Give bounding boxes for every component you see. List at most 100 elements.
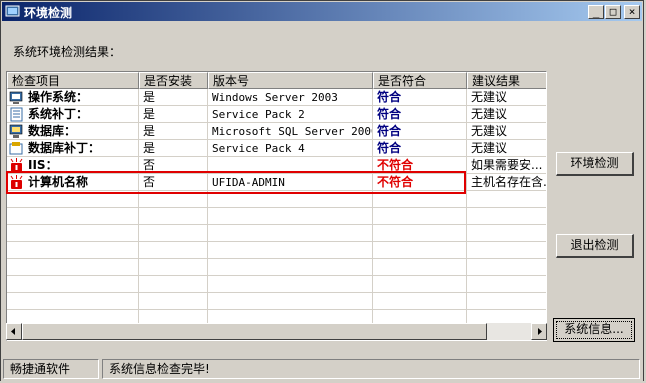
column-header-status[interactable]: 是否符合 — [373, 72, 467, 89]
empty-cell — [467, 276, 546, 293]
empty-cell — [373, 191, 467, 208]
empty-cell — [373, 242, 467, 259]
table-row[interactable]: 数据库： 是 Microsoft SQL Server 2000 符合 无建议 — [7, 123, 546, 140]
cell-advice: 无建议 — [467, 140, 546, 157]
table-row[interactable] — [7, 191, 546, 208]
cell-version: UFIDA-ADMIN — [208, 174, 373, 191]
table-row[interactable] — [7, 293, 546, 310]
exit-button[interactable]: 退出检测 — [556, 234, 634, 258]
empty-cell — [208, 276, 373, 293]
empty-cell — [139, 208, 208, 225]
alert-icon — [10, 175, 23, 189]
empty-cell — [208, 293, 373, 310]
table-row[interactable]: IIS： 否 不符合 如果需要安... — [7, 157, 546, 174]
check-button[interactable]: 环境检测 — [556, 152, 634, 176]
cell-version: Windows Server 2003 — [208, 89, 373, 106]
table-row[interactable] — [7, 225, 546, 242]
table-row[interactable] — [7, 276, 546, 293]
cell-advice: 无建议 — [467, 106, 546, 123]
column-header-version[interactable]: 版本号 — [208, 72, 373, 89]
scroll-thumb[interactable] — [22, 323, 487, 340]
empty-cell — [467, 259, 546, 276]
alert-icon — [10, 158, 23, 172]
scroll-right-button[interactable] — [531, 323, 547, 340]
cell-installed: 是 — [139, 123, 208, 140]
table-row[interactable] — [7, 208, 546, 225]
column-header-installed[interactable]: 是否安装 — [139, 72, 208, 89]
cell-status: 符合 — [373, 140, 467, 157]
close-button[interactable]: × — [624, 5, 640, 19]
cell-installed: 否 — [139, 157, 208, 174]
status-bar: 畅捷通软件 系统信息检查完毕! — [1, 356, 643, 382]
empty-cell — [7, 276, 139, 293]
empty-cell — [208, 225, 373, 242]
empty-cell — [7, 208, 139, 225]
cell-advice: 无建议 — [467, 89, 546, 106]
cell-item: 操作系统： — [7, 89, 139, 106]
horizontal-scrollbar[interactable] — [6, 323, 547, 340]
empty-cell — [373, 293, 467, 310]
cell-advice: 如果需要安... — [467, 157, 546, 174]
cell-item: 系统补丁： — [7, 106, 139, 123]
status-app-name: 畅捷通软件 — [3, 359, 99, 379]
table-row[interactable] — [7, 259, 546, 276]
item-name: 数据库补丁： — [28, 141, 101, 155]
cell-status: 符合 — [373, 123, 467, 140]
cell-item: 数据库： — [7, 123, 139, 140]
empty-cell — [208, 191, 373, 208]
table-row[interactable]: 操作系统： 是 Windows Server 2003 符合 无建议 — [7, 89, 546, 106]
empty-cell — [139, 293, 208, 310]
cell-item: 计算机名称 — [7, 174, 139, 191]
title-bar[interactable]: 环境检测 _ □ × — [2, 2, 642, 21]
environment-check-window: 环境检测 _ □ × 系统环境检测结果： 检查项目 是否安装 版本号 是否符合 … — [0, 0, 644, 382]
empty-cell — [373, 276, 467, 293]
cell-item: 数据库补丁： — [7, 140, 139, 157]
system-info-button[interactable]: 系统信息... — [553, 318, 635, 342]
empty-cell — [467, 191, 546, 208]
table-row[interactable]: 数据库补丁： 是 Service Pack 4 符合 无建议 — [7, 140, 546, 157]
empty-cell — [7, 191, 139, 208]
cell-installed: 是 — [139, 106, 208, 123]
empty-cell — [373, 225, 467, 242]
minimize-button[interactable]: _ — [588, 5, 604, 19]
empty-cell — [467, 208, 546, 225]
cell-advice: 主机名存在含... — [467, 174, 546, 191]
empty-cell — [139, 191, 208, 208]
results-list[interactable]: 检查项目 是否安装 版本号 是否符合 建议结果 操作系统：是 Windows Se… — [6, 71, 547, 341]
scroll-left-button[interactable] — [6, 323, 22, 340]
cell-installed: 是 — [139, 89, 208, 106]
database-icon — [9, 124, 23, 138]
empty-cell — [7, 293, 139, 310]
column-header-item[interactable]: 检查项目 — [7, 72, 139, 89]
list-header: 检查项目 是否安装 版本号 是否符合 建议结果 — [7, 72, 546, 89]
empty-cell — [7, 225, 139, 242]
os-icon — [9, 91, 23, 104]
status-message: 系统信息检查完毕! — [102, 359, 640, 379]
empty-cell — [139, 259, 208, 276]
empty-cell — [373, 259, 467, 276]
cell-advice: 无建议 — [467, 123, 546, 140]
item-name: 系统补丁： — [28, 107, 89, 121]
cell-status: 不符合 — [373, 174, 467, 191]
cell-item: IIS： — [7, 157, 139, 174]
maximize-button[interactable]: □ — [605, 5, 621, 19]
table-row[interactable] — [7, 242, 546, 259]
results-label: 系统环境检测结果： — [13, 45, 122, 59]
arrow-left-icon — [11, 328, 15, 335]
item-name: 操作系统： — [28, 90, 89, 104]
column-header-advice[interactable]: 建议结果 — [467, 72, 546, 89]
table-row[interactable]: 系统补丁： 是 Service Pack 2 符合 无建议 — [7, 106, 546, 123]
table-row[interactable]: 计算机名称 否 UFIDA-ADMIN 不符合 主机名存在含... — [7, 174, 546, 191]
item-name: IIS： — [28, 158, 58, 172]
cell-status: 不符合 — [373, 157, 467, 174]
window-title: 环境检测 — [24, 6, 73, 20]
empty-cell — [7, 259, 139, 276]
patch-icon — [10, 107, 23, 122]
empty-cell — [139, 276, 208, 293]
db-patch-icon — [9, 142, 23, 155]
arrow-right-icon — [538, 328, 542, 335]
cell-status: 符合 — [373, 89, 467, 106]
cell-version: Service Pack 4 — [208, 140, 373, 157]
empty-cell — [467, 225, 546, 242]
empty-cell — [208, 208, 373, 225]
